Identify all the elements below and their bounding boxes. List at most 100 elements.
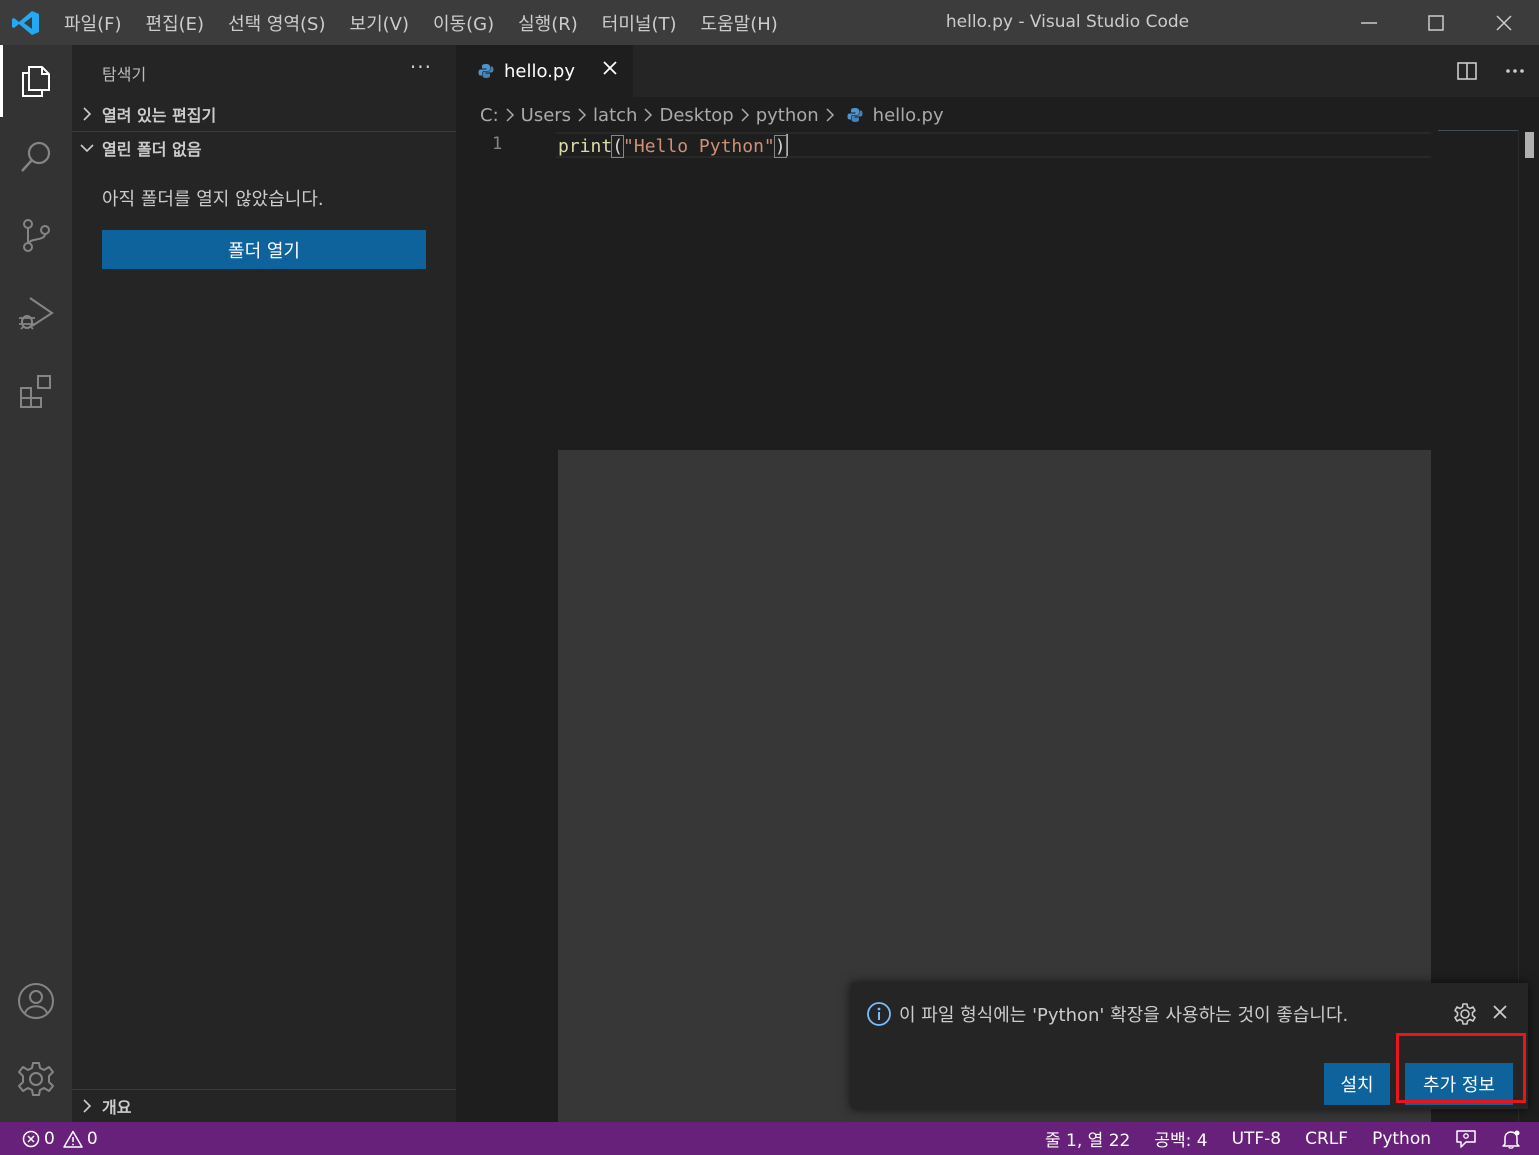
scrollbar-thumb[interactable] <box>1525 132 1534 158</box>
gear-icon <box>1454 1003 1476 1025</box>
feedback-icon <box>1456 1129 1476 1148</box>
editor-actions <box>1443 45 1539 97</box>
activity-bar <box>0 45 72 1122</box>
extensions-icon <box>20 375 51 408</box>
menu-view[interactable]: 보기(V) <box>338 10 421 36</box>
vertical-scrollbar[interactable] <box>1518 130 1539 1122</box>
breadcrumb: C: Users latch Desktop python hello.py <box>480 100 944 130</box>
explorer-activity[interactable] <box>0 45 72 117</box>
explorer-sidebar: 탐색기 ··· 열려 있는 편집기 열린 폴더 없음 아직 폴더를 열지 않았습… <box>72 45 456 1122</box>
notification-settings-button[interactable] <box>1453 1002 1477 1030</box>
end-of-line[interactable]: CRLF <box>1305 1129 1348 1149</box>
source-control-activity[interactable] <box>0 199 72 271</box>
info-icon <box>867 1002 891 1026</box>
close-icon <box>1496 14 1512 31</box>
cursor-position[interactable]: 줄 1, 열 22 <box>1045 1126 1130 1151</box>
close-tab-button[interactable] <box>601 59 619 81</box>
chevron-right-icon <box>83 1099 92 1113</box>
outline-section[interactable]: 개요 <box>72 1089 456 1122</box>
maximize-icon <box>1428 14 1444 31</box>
window-title: hello.py - Visual Studio Code <box>945 12 1190 32</box>
status-right-items: 줄 1, 열 22 공백: 4 UTF-8 CRLF Python <box>1021 1122 1521 1155</box>
feedback-button[interactable] <box>1455 1129 1477 1149</box>
menu-selection[interactable]: 선택 영역(S) <box>216 10 337 36</box>
outline-label: 개요 <box>102 1098 132 1117</box>
line-number: 1 <box>492 134 503 154</box>
more-actions-icon[interactable]: ··· <box>410 55 432 79</box>
extensions-activity[interactable] <box>0 355 72 427</box>
run-debug-activity[interactable] <box>0 277 72 349</box>
warning-icon <box>63 1130 83 1148</box>
menu-terminal[interactable]: 터미널(T) <box>590 10 689 36</box>
search-icon <box>21 141 51 172</box>
more-actions-button[interactable] <box>1491 68 1539 74</box>
encoding[interactable]: UTF-8 <box>1232 1129 1282 1149</box>
split-editor-icon <box>1457 62 1477 80</box>
open-editors-section[interactable]: 열려 있는 편집기 <box>72 98 456 130</box>
chevron-right-icon <box>740 108 750 122</box>
minimap-slider[interactable] <box>1438 130 1518 131</box>
code-editor[interactable]: 1 print("Hello Python") <box>456 130 1539 1122</box>
menu-bar: 파일(F) 편집(E) 선택 영역(S) 보기(V) 이동(G) 실행(R) 터… <box>52 0 790 45</box>
python-file-icon <box>847 108 863 122</box>
gear-icon <box>18 1062 54 1096</box>
chevron-right-icon <box>825 108 835 122</box>
sidebar-title: 탐색기 <box>102 65 147 84</box>
close-window-button[interactable] <box>1470 0 1538 45</box>
more-info-button[interactable]: 추가 정보 <box>1405 1063 1513 1105</box>
warning-count: 0 <box>86 1128 98 1149</box>
language-mode[interactable]: Python <box>1372 1129 1431 1149</box>
vscode-logo-icon <box>12 11 39 35</box>
install-button[interactable]: 설치 <box>1324 1063 1390 1105</box>
chevron-right-icon <box>643 108 653 122</box>
indentation[interactable]: 공백: 4 <box>1154 1126 1207 1151</box>
breadcrumb-file[interactable]: hello.py <box>873 105 944 126</box>
breadcrumb-latch[interactable]: latch <box>593 105 637 126</box>
text-cursor <box>785 134 788 156</box>
error-count: 0 <box>44 1128 55 1149</box>
title-bar: 파일(F) 편집(E) 선택 영역(S) 보기(V) 이동(G) 실행(R) 터… <box>0 0 1539 45</box>
account-icon <box>18 983 54 1019</box>
menu-go[interactable]: 이동(G) <box>421 10 506 36</box>
problems-status[interactable]: 0 0 <box>22 1122 98 1155</box>
menu-help[interactable]: 도움말(H) <box>689 10 790 36</box>
empty-folder-message: 아직 폴더를 열지 않았습니다. <box>102 189 324 210</box>
minimize-icon <box>1361 21 1377 24</box>
status-bar: 0 0 줄 1, 열 22 공백: 4 UTF-8 CRLF Python <box>0 1122 1539 1155</box>
chevron-right-icon <box>83 107 92 121</box>
more-actions-icon <box>1506 69 1524 73</box>
breadcrumb-drive[interactable]: C: <box>480 105 499 126</box>
menu-file[interactable]: 파일(F) <box>52 10 134 36</box>
no-folder-label: 열린 폴더 없음 <box>102 140 202 159</box>
breadcrumb-desktop[interactable]: Desktop <box>659 105 733 126</box>
notifications-button[interactable] <box>1501 1129 1521 1149</box>
accounts-activity[interactable] <box>0 965 72 1037</box>
maximize-button[interactable] <box>1402 0 1470 45</box>
code-paren-open: ( <box>611 135 625 158</box>
editor-tabs: hello.py <box>456 45 1539 97</box>
run-debug-icon <box>19 297 54 330</box>
breadcrumb-users[interactable]: Users <box>521 105 571 126</box>
code-line[interactable]: print("Hello Python") <box>558 134 788 158</box>
chevron-right-icon <box>505 108 515 122</box>
search-activity[interactable] <box>0 121 72 193</box>
open-folder-button[interactable]: 폴더 열기 <box>102 230 426 269</box>
open-editors-label: 열려 있는 편집기 <box>102 106 217 125</box>
notification-close-button[interactable] <box>1491 1003 1509 1025</box>
no-folder-section[interactable]: 열린 폴더 없음 <box>72 132 456 164</box>
minimize-button[interactable] <box>1335 0 1403 45</box>
tab-hello-py[interactable]: hello.py <box>456 45 633 97</box>
menu-edit[interactable]: 편집(E) <box>134 10 217 36</box>
notification-message: 이 파일 형식에는 'Python' 확장을 사용하는 것이 좋습니다. <box>899 1005 1349 1026</box>
extension-recommendation-notification: 이 파일 형식에는 'Python' 확장을 사용하는 것이 좋습니다. 설치 … <box>851 983 1528 1109</box>
code-function: print <box>558 136 613 157</box>
chevron-down-icon <box>80 144 94 153</box>
python-file-icon <box>478 64 494 78</box>
chevron-right-icon <box>577 108 587 122</box>
breadcrumb-python[interactable]: python <box>756 105 819 126</box>
tab-label: hello.py <box>504 60 575 82</box>
code-paren-close: ) <box>773 135 787 158</box>
menu-run[interactable]: 실행(R) <box>506 10 590 36</box>
manage-activity[interactable] <box>0 1043 72 1115</box>
split-editor-button[interactable] <box>1443 61 1491 81</box>
